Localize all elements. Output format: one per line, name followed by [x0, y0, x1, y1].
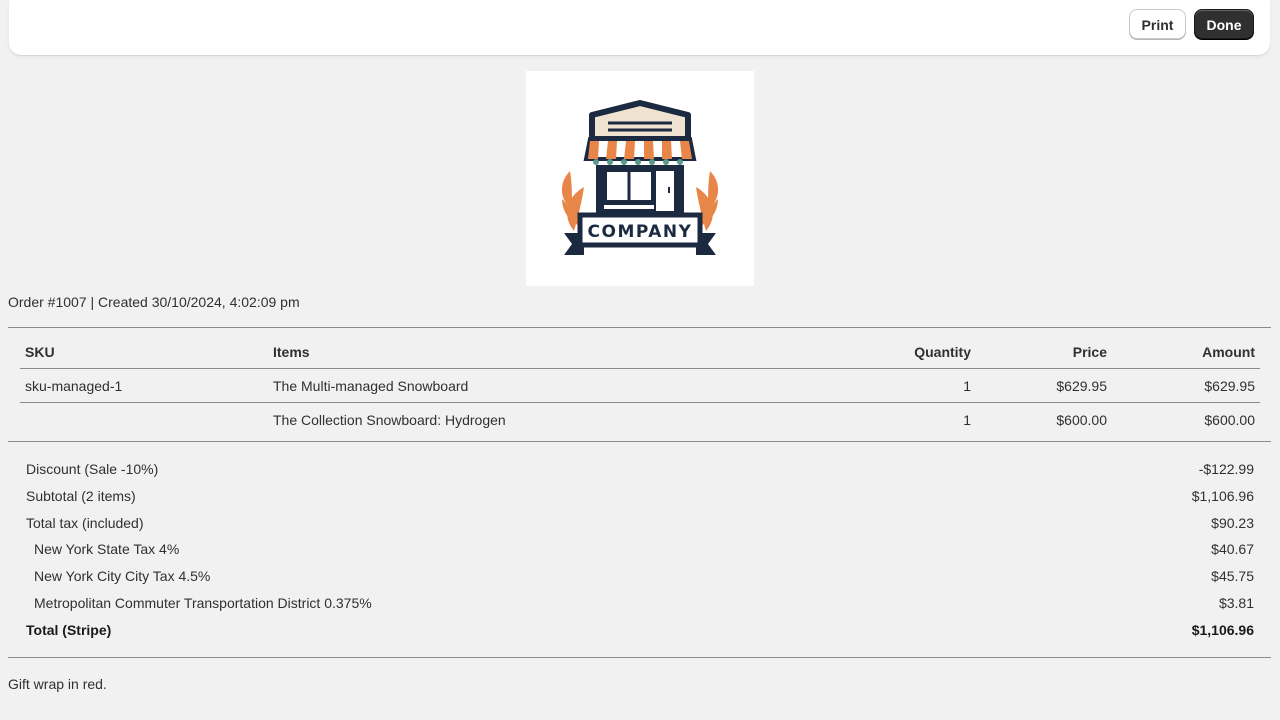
subtotal-label: Subtotal (2 items): [26, 487, 136, 504]
cell-quantity: 1: [828, 368, 976, 403]
subtotal-row: Subtotal (2 items) $1,106.96: [26, 483, 1254, 510]
storefront-logo-icon: COMPANY: [561, 100, 719, 255]
table-row: sku-managed-1 The Multi-managed Snowboar…: [20, 368, 1260, 403]
tax-line-row: Metropolitan Commuter Transportation Dis…: [26, 590, 1254, 617]
grand-total-row: Total (Stripe) $1,106.96: [26, 617, 1254, 644]
cell-sku: sku-managed-1: [20, 368, 268, 403]
total-tax-label: Total tax (included): [26, 514, 144, 531]
column-header-sku: SKU: [20, 335, 268, 369]
company-logo: COMPANY: [526, 71, 754, 286]
cell-amount: $600.00: [1204, 411, 1255, 428]
discount-label: Discount (Sale -10%): [26, 461, 159, 477]
subtotal-value: $1,106.96: [1191, 487, 1254, 504]
order-summary: Order #1007 | Created 30/10/2024, 4:02:0…: [8, 294, 300, 310]
divider: [8, 441, 1271, 442]
tax-line-value: $3.81: [1218, 594, 1254, 611]
logo-text: COMPANY: [588, 222, 693, 242]
total-tax-value: $90.23: [1211, 514, 1254, 531]
table-header-row: SKU Items Quantity Price Amount: [20, 335, 1260, 369]
order-note: Gift wrap in red.: [8, 676, 107, 692]
tax-line-label: New York City City Tax 4.5%: [34, 568, 211, 585]
total-tax-row: Total tax (included) $90.23: [26, 510, 1254, 537]
cell-price: $600.00: [1056, 411, 1107, 428]
tax-line-label: New York State Tax 4%: [34, 541, 180, 558]
discount-value: -$122.99: [1198, 461, 1254, 477]
cell-item: The Multi-managed Snowboard: [268, 368, 828, 403]
done-button[interactable]: Done: [1194, 9, 1254, 39]
cell-price: $629.95: [976, 368, 1112, 403]
column-header-quantity: Quantity: [828, 335, 976, 369]
table-row: The Collection Snowboard: Hydrogen 1 $60…: [20, 403, 1260, 437]
column-header-items: Items: [268, 335, 828, 369]
discount-row: Discount (Sale -10%) -$122.99: [26, 456, 1254, 483]
grand-total-label: Total (Stripe): [26, 621, 112, 638]
order-totals: Discount (Sale -10%) -$122.99 Subtotal (…: [26, 456, 1254, 644]
tax-line-row: New York City City Tax 4.5% $45.75: [26, 563, 1254, 590]
tax-line-row: New York State Tax 4% $40.67: [26, 536, 1254, 563]
print-button[interactable]: Print: [1129, 9, 1186, 39]
tax-line-label: Metropolitan Commuter Transportation Dis…: [34, 594, 372, 611]
cell-item: The Collection Snowboard: Hydrogen: [273, 411, 506, 428]
cell-amount: $629.95: [1112, 368, 1260, 403]
cell-quantity: 1: [963, 411, 971, 428]
tax-line-value: $45.75: [1211, 568, 1254, 585]
grand-total-value: $1,106.96: [1191, 621, 1254, 638]
column-header-price: Price: [976, 335, 1112, 369]
line-items-table: SKU Items Quantity Price Amount sku-mana…: [20, 335, 1260, 436]
column-header-amount: Amount: [1112, 335, 1260, 369]
tax-line-value: $40.67: [1211, 541, 1254, 558]
top-action-bar: Print Done: [9, 0, 1270, 55]
cell-sku: [20, 403, 268, 437]
divider: [8, 327, 1271, 328]
divider: [8, 657, 1271, 658]
